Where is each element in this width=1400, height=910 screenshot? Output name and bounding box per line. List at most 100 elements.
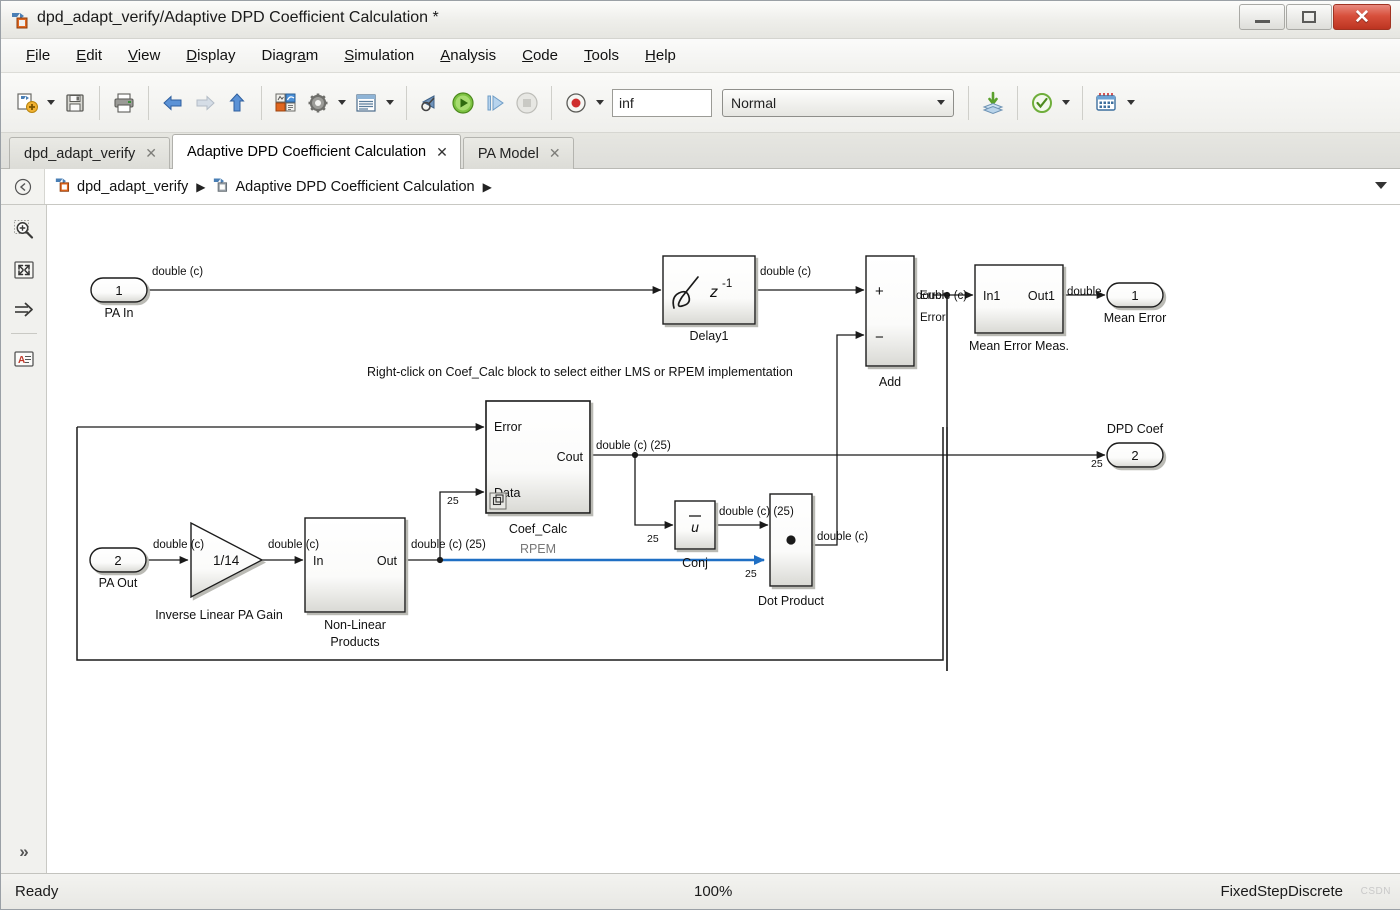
update-model-icon[interactable]	[415, 87, 447, 119]
dot-product-label: Dot Product	[758, 594, 825, 608]
svg-text:A: A	[18, 355, 25, 366]
menu-view[interactable]: View	[115, 44, 173, 67]
model-explorer-caret[interactable]	[382, 88, 398, 118]
inverse-linear-pa-gain-block[interactable]: 1/14 Inverse Linear PA Gain	[155, 523, 283, 622]
chevron-down-icon	[937, 100, 945, 105]
mean-error-port-number: 1	[1131, 288, 1138, 303]
menu-display[interactable]: Display	[173, 44, 248, 67]
run-icon[interactable]	[447, 87, 479, 119]
toolbar: Normal	[1, 73, 1400, 133]
menu-file[interactable]: File	[13, 44, 63, 67]
pa-in-port-number: 1	[115, 283, 122, 298]
tab-close-icon[interactable]: ✕	[436, 144, 448, 161]
record-data-icon[interactable]	[560, 87, 592, 119]
model-advisor-icon[interactable]	[1026, 87, 1058, 119]
simulation-mode-select[interactable]: Normal	[722, 89, 954, 117]
port-direction-icon[interactable]	[9, 295, 39, 325]
menu-edit[interactable]: Edit	[63, 44, 115, 67]
menu-analysis[interactable]: Analysis	[427, 44, 509, 67]
signal-label-gain-out: double (c)	[268, 539, 319, 551]
tab-strip: dpd_adapt_verify ✕ Adaptive DPD Coeffici…	[1, 133, 1400, 169]
non-linear-products-label-line2: Products	[330, 635, 379, 649]
sample-time-display-icon[interactable]	[1091, 87, 1123, 119]
status-solver-text[interactable]: FixedStepDiscrete	[1220, 883, 1343, 900]
add-plus-port: +	[875, 283, 884, 300]
close-button[interactable]: ✕	[1333, 4, 1391, 30]
delay1-exponent: -1	[722, 278, 732, 290]
stop-icon	[511, 87, 543, 119]
dpd-coef-port-number: 2	[1131, 448, 1138, 463]
watermark-text: CSDN	[1361, 886, 1391, 897]
status-zoom-level[interactable]: 100%	[694, 883, 732, 900]
coef-calc-block[interactable]: Error Data Cout Coef_Calc RPEM	[486, 401, 590, 556]
model-advisor-caret[interactable]	[1058, 88, 1074, 118]
record-data-caret[interactable]	[592, 88, 608, 118]
step-forward-icon[interactable]	[479, 87, 511, 119]
model-explorer-icon[interactable]	[350, 87, 382, 119]
pa-in-port[interactable]: 1 PA In	[91, 278, 147, 320]
tab-close-icon[interactable]: ✕	[145, 145, 157, 162]
expand-rail-button[interactable]: »	[9, 839, 39, 865]
tab-pa-model[interactable]: PA Model ✕	[463, 137, 574, 169]
dot-product-symbol	[786, 535, 795, 544]
mean-error-meas-label: Mean Error Meas.	[969, 339, 1069, 353]
model-canvas[interactable]: 1 PA In z -1 Delay1 + − Add In1	[47, 205, 1400, 875]
breadcrumb-item-dpd-adapt-verify[interactable]: dpd_adapt_verify	[55, 176, 188, 197]
signal-label-delay1-out: double (c)	[760, 266, 811, 278]
signal-labels: double (c) double (c) double (c) Error E…	[152, 266, 1103, 580]
menu-simulation[interactable]: Simulation	[331, 44, 427, 67]
variant-badge-icon[interactable]	[490, 493, 506, 509]
maximize-icon	[1302, 11, 1316, 23]
tab-adaptive-dpd-coefficient-calculation[interactable]: Adaptive DPD Coefficient Calculation ✕	[172, 134, 461, 169]
minimize-button[interactable]	[1239, 4, 1285, 30]
mean-error-port[interactable]: 1 Mean Error	[1104, 283, 1167, 325]
tab-dpd-adapt-verify[interactable]: dpd_adapt_verify ✕	[9, 137, 170, 169]
conj-label: Conj	[682, 556, 708, 570]
menu-help[interactable]: Help	[632, 44, 689, 67]
mean-error-label: Mean Error	[1104, 311, 1167, 325]
pa-out-port[interactable]: 2 PA Out	[90, 548, 146, 590]
zoom-in-icon[interactable]	[9, 215, 39, 245]
maximize-button[interactable]	[1286, 4, 1332, 30]
back-circle-icon[interactable]	[1, 169, 45, 204]
signal-width-dpd-coef: 25	[1091, 458, 1103, 470]
chevron-down-icon[interactable]	[1375, 182, 1387, 189]
mean-error-meas-block[interactable]: In1 Out1 Mean Error Meas.	[969, 265, 1069, 353]
pa-out-label: PA Out	[99, 576, 138, 590]
diagram-annotation: Right-click on Coef_Calc block to select…	[367, 365, 793, 379]
breadcrumb-separator-icon: ▶	[483, 180, 492, 194]
back-arrow-icon[interactable]	[157, 87, 189, 119]
add-block[interactable]: + − Add	[866, 256, 914, 389]
dpd-coef-port[interactable]: 2 DPD Coef	[1107, 422, 1164, 467]
signal-label-nonlinear-out: double (c) (25)	[411, 539, 486, 551]
annotation-icon[interactable]: A	[9, 344, 39, 374]
conj-symbol: u	[691, 519, 699, 535]
library-browser-icon[interactable]	[270, 87, 302, 119]
new-model-dropdown-caret[interactable]	[43, 88, 59, 118]
new-model-icon[interactable]	[11, 87, 43, 119]
model-configuration-gear-icon[interactable]	[302, 87, 334, 119]
non-linear-products-block[interactable]: In Out Non-Linear Products	[305, 518, 405, 649]
model-configuration-caret[interactable]	[334, 88, 350, 118]
signal-label-error: Error	[920, 312, 946, 324]
breadcrumb-item-adaptive-dpd-coefficient-calculation[interactable]: Adaptive DPD Coefficient Calculation	[213, 176, 474, 197]
fit-to-view-icon[interactable]	[9, 255, 39, 285]
block-diagram: 1 PA In z -1 Delay1 + − Add In1	[47, 205, 1400, 875]
coef-calc-cout-port: Cout	[557, 450, 584, 464]
delay1-block[interactable]: z -1 Delay1	[663, 256, 755, 343]
tab-label: Adaptive DPD Coefficient Calculation	[187, 144, 426, 160]
up-arrow-icon[interactable]	[221, 87, 253, 119]
menu-tools[interactable]: Tools	[571, 44, 632, 67]
stop-time-input[interactable]	[612, 89, 712, 117]
print-icon[interactable]	[108, 87, 140, 119]
inverse-linear-pa-gain-label: Inverse Linear PA Gain	[155, 608, 283, 622]
menu-diagram[interactable]: Diagram	[249, 44, 332, 67]
mean-error-meas-out-port: Out1	[1028, 289, 1055, 303]
sample-time-caret[interactable]	[1123, 88, 1139, 118]
build-model-icon[interactable]	[977, 87, 1009, 119]
menu-code[interactable]: Code	[509, 44, 571, 67]
save-icon[interactable]	[59, 87, 91, 119]
simulation-mode-value: Normal	[731, 95, 776, 111]
signal-width-conj-in: 25	[647, 533, 659, 545]
tab-close-icon[interactable]: ✕	[549, 145, 561, 162]
